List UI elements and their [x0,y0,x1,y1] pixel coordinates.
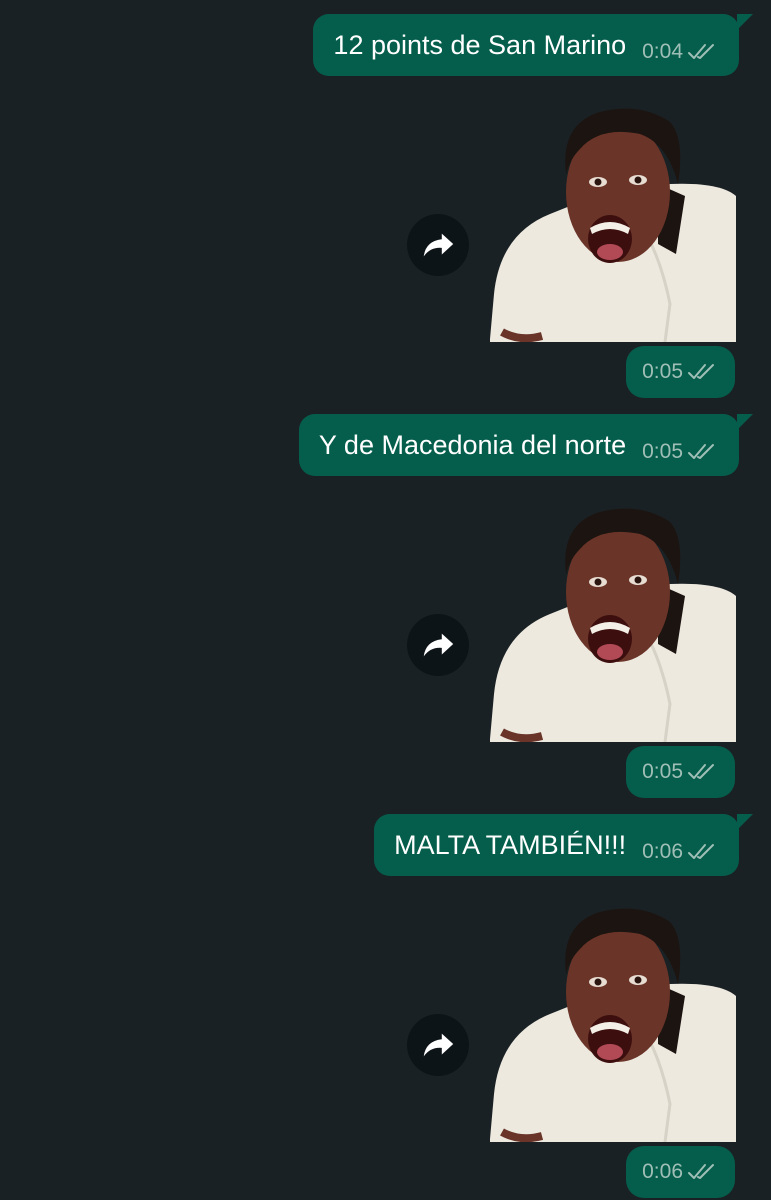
double-check-icon [687,443,719,461]
message-time: 0:04 [642,40,683,63]
sticker-time-pill: 0:06 [626,1146,735,1198]
message-text: 12 points de San Marino [333,29,627,60]
forward-button[interactable] [407,614,469,676]
double-check-icon [687,1163,719,1181]
double-check-icon [687,763,719,781]
forward-arrow-icon [419,226,457,264]
forward-button[interactable] [407,214,469,276]
sticker-message[interactable] [490,104,736,342]
message-meta: 0:05 [642,440,719,464]
forward-button[interactable] [407,1014,469,1076]
message-time: 0:05 [642,440,683,463]
double-check-icon [687,43,719,61]
double-check-icon [687,363,719,381]
message-time: 0:05 [642,760,683,783]
screaming-woman-sticker [490,504,736,742]
screaming-woman-sticker [490,104,736,342]
message-time: 0:06 [642,1160,683,1183]
message-text: MALTA TAMBIÉN!!! [394,829,627,860]
message-time: 0:05 [642,360,683,383]
sticker-time-pill: 0:05 [626,346,735,398]
sticker-time-pill: 0:05 [626,746,735,798]
message-meta: 0:04 [642,40,719,64]
message-text: Y de Macedonia del norte [318,429,627,460]
sticker-message[interactable] [490,904,736,1142]
screaming-woman-sticker [490,904,736,1142]
outgoing-message-bubble[interactable]: 12 points de San Marino 0:04 [313,14,753,76]
message-time: 0:06 [642,840,683,863]
outgoing-message-bubble[interactable]: Y de Macedonia del norte 0:05 [298,414,754,476]
outgoing-message-bubble[interactable]: MALTA TAMBIÉN!!! 0:06 [374,814,753,876]
message-meta: 0:06 [642,840,719,864]
sticker-message[interactable] [490,504,736,742]
forward-arrow-icon [419,1026,457,1064]
forward-arrow-icon [419,626,457,664]
double-check-icon [687,843,719,861]
